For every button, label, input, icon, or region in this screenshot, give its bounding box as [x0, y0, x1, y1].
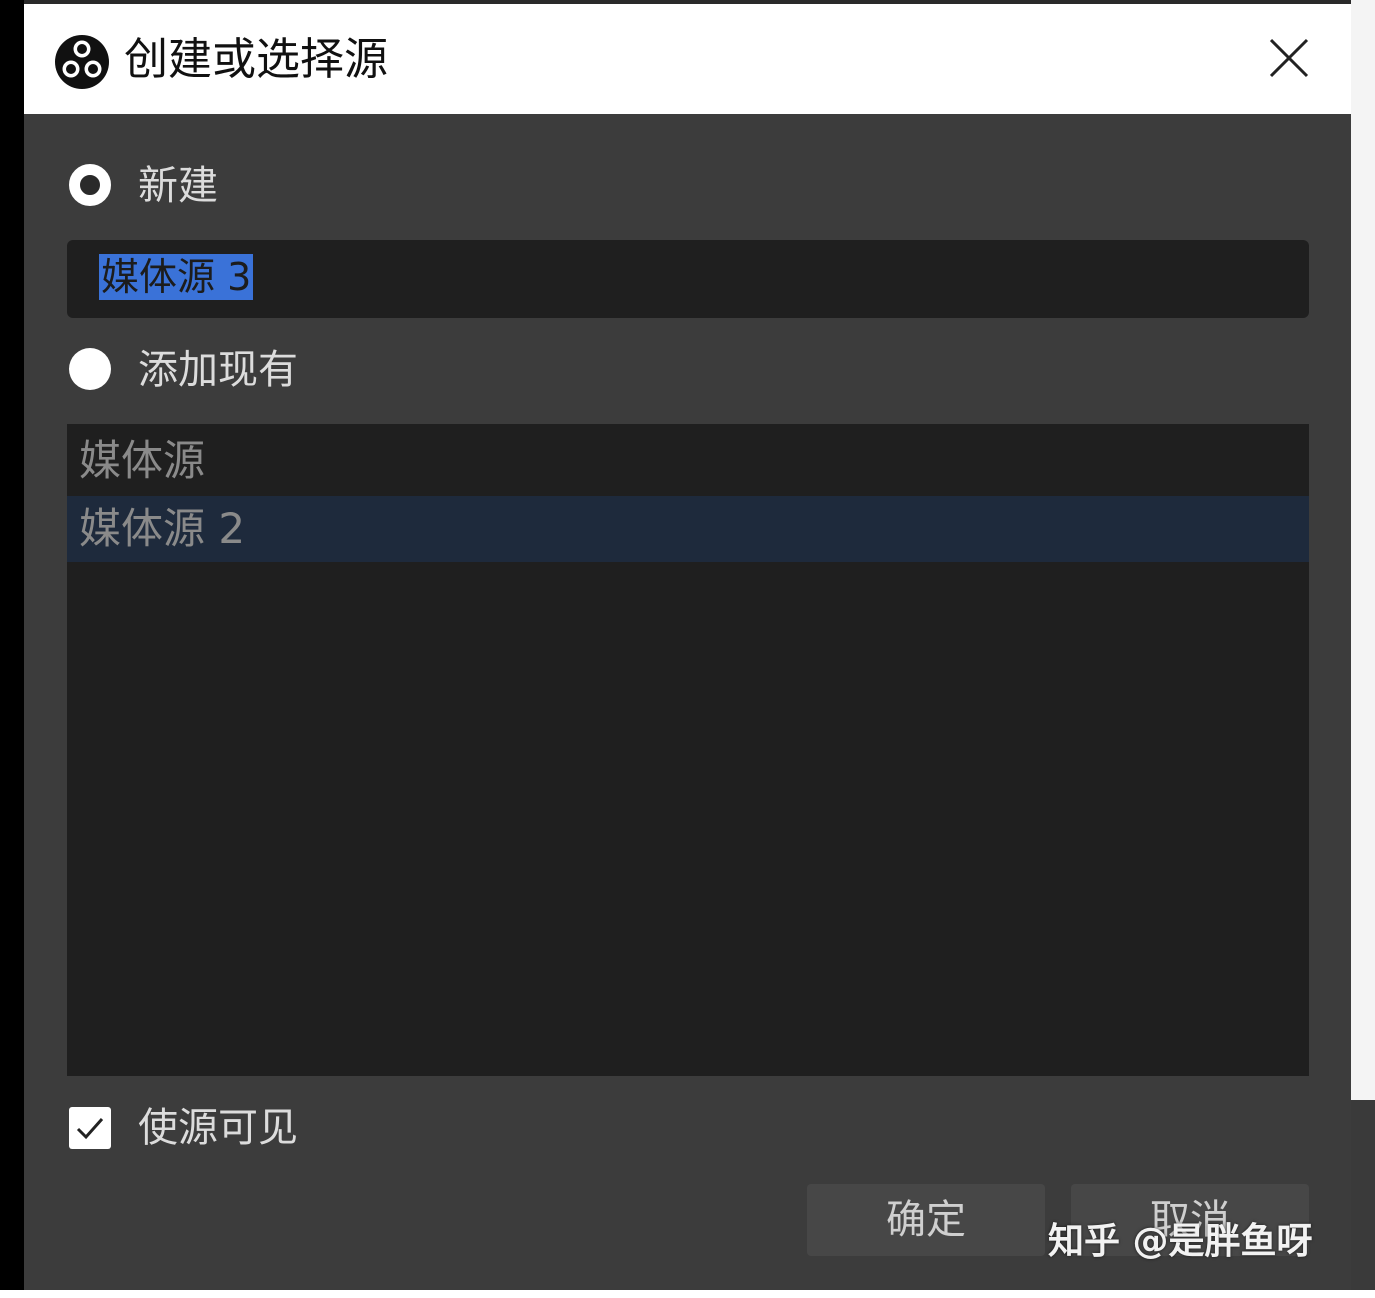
make-visible-label[interactable]: 使源可见 — [138, 1102, 298, 1154]
create-select-source-dialog: 创建或选择源 新建 媒体源 3 添加现有 媒体源 媒体源 2 使源可见 确定 取… — [24, 4, 1351, 1294]
ok-button[interactable]: 确定 — [807, 1184, 1045, 1256]
obs-logo-icon — [55, 35, 109, 89]
existing-sources-list[interactable]: 媒体源 媒体源 2 — [67, 424, 1309, 1076]
watermark: 知乎 @是胖鱼呀 — [1048, 1221, 1313, 1262]
source-name-value: 媒体源 3 — [99, 254, 254, 300]
add-existing-radio[interactable] — [69, 348, 111, 390]
dialog-title: 创建或选择源 — [124, 34, 388, 85]
new-source-label[interactable]: 新建 — [138, 160, 218, 212]
list-item[interactable]: 媒体源 — [67, 428, 1309, 494]
check-icon — [76, 1118, 104, 1140]
close-icon[interactable] — [1261, 30, 1317, 86]
background-left-edge — [0, 0, 24, 1298]
list-item[interactable]: 媒体源 2 — [67, 496, 1309, 562]
bottom-edge — [0, 1290, 1375, 1298]
dialog-titlebar: 创建或选择源 — [24, 4, 1351, 114]
make-visible-checkbox[interactable] — [69, 1107, 111, 1149]
add-existing-label[interactable]: 添加现有 — [138, 344, 298, 396]
background-right-edge-lower — [1351, 1100, 1375, 1298]
new-source-radio[interactable] — [69, 164, 111, 206]
source-name-input[interactable]: 媒体源 3 — [67, 240, 1309, 318]
